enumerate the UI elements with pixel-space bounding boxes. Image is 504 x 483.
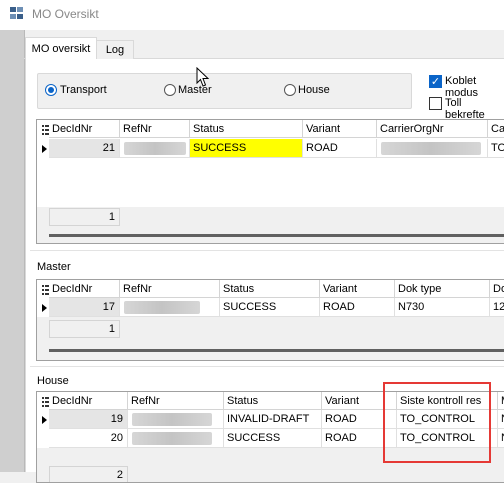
col-header-decidnr[interactable]: DecIdNr [49, 120, 120, 138]
table-cell-decidnr[interactable]: 19 [49, 410, 128, 429]
col-header-decidnr[interactable]: DecIdNr [49, 280, 120, 298]
row-count: 2 [49, 466, 128, 482]
table-cell-refnr[interactable] [120, 298, 220, 317]
radio-house-label[interactable]: House [298, 84, 330, 96]
row-count: 1 [49, 320, 120, 338]
table-cell-refnr[interactable] [128, 429, 224, 448]
app-icon [10, 7, 26, 21]
table-cell-dok-type[interactable]: N730 [395, 298, 490, 317]
grid-menu-icon[interactable] [39, 392, 49, 410]
col-header-ca[interactable]: Ca [488, 120, 504, 138]
separator [30, 250, 504, 251]
table-cell-status[interactable]: SUCCESS [220, 298, 320, 317]
table-cell-variant[interactable]: ROAD [320, 298, 395, 317]
transport-grid: DecIdNr RefNr Status Variant CarrierOrgN… [36, 119, 504, 244]
tab-mo-oversikt[interactable]: MO oversikt [25, 37, 97, 60]
toll-bekreftet-checkbox[interactable] [429, 97, 442, 110]
table-cell-decidnr[interactable]: 20 [49, 429, 128, 448]
row-indicator-icon [38, 298, 48, 317]
grid-menu-icon[interactable] [39, 120, 49, 138]
table-cell-refnr[interactable] [128, 410, 224, 429]
col-header-m[interactable]: M [498, 392, 504, 410]
table-cell-do[interactable]: 12 [490, 298, 504, 317]
koblet-modus-label[interactable]: Koblet modus [445, 75, 504, 99]
col-header-do[interactable]: Do [490, 280, 504, 298]
table-cell-decidnr[interactable]: 17 [49, 298, 120, 317]
window-title: MO Oversikt [32, 7, 99, 21]
col-header-decidnr[interactable]: DecIdNr [49, 392, 128, 410]
left-panel-edge [0, 30, 25, 472]
col-header-refnr[interactable]: RefNr [128, 392, 224, 410]
table-cell-status[interactable]: SUCCESS [224, 429, 322, 448]
col-header-refnr[interactable]: RefNr [120, 280, 220, 298]
row-indicator-icon [38, 410, 48, 429]
col-header-variant[interactable]: Variant [303, 120, 377, 138]
table-cell-refnr[interactable] [120, 139, 190, 158]
mouse-cursor-icon [196, 67, 210, 87]
col-header-refnr[interactable]: RefNr [120, 120, 190, 138]
table-cell-status[interactable]: INVALID-DRAFT [224, 410, 322, 429]
tab-log[interactable]: Log [96, 40, 134, 60]
col-header-carrierorgnr[interactable]: CarrierOrgNr [377, 120, 488, 138]
horizontal-scrollbar[interactable] [49, 349, 504, 352]
col-header-status[interactable]: Status [220, 280, 320, 298]
table-cell-status[interactable]: SUCCESS [190, 139, 303, 158]
separator [30, 366, 504, 367]
table-cell-carrierorgnr[interactable] [377, 139, 488, 158]
radio-transport-label[interactable]: Transport [60, 84, 107, 96]
radio-house[interactable] [284, 84, 296, 96]
master-section-label: Master [37, 261, 71, 273]
annotation-highlight-box [383, 382, 491, 463]
koblet-modus-checkbox[interactable]: ✓ [429, 75, 442, 88]
col-header-dok-type[interactable]: Dok type [395, 280, 490, 298]
toll-bekreftet-label[interactable]: Toll bekrefte [445, 97, 504, 121]
master-grid: DecIdNr RefNr Status Variant Dok type Do… [36, 279, 504, 361]
col-header-status[interactable]: Status [224, 392, 322, 410]
table-cell-variant[interactable]: ROAD [303, 139, 377, 158]
house-section-label: House [37, 375, 69, 387]
table-cell-m[interactable]: N [498, 410, 504, 429]
table-cell-decidnr[interactable]: 21 [49, 139, 120, 158]
row-count: 1 [49, 208, 120, 226]
radio-transport[interactable] [45, 84, 57, 96]
col-header-variant[interactable]: Variant [320, 280, 395, 298]
table-cell-ca[interactable]: TO [488, 139, 504, 158]
col-header-status[interactable]: Status [190, 120, 303, 138]
horizontal-scrollbar[interactable] [49, 234, 504, 237]
grid-menu-icon[interactable] [39, 280, 49, 298]
table-cell-m[interactable]: N [498, 429, 504, 448]
row-indicator-icon [38, 139, 48, 158]
radio-master[interactable] [164, 84, 176, 96]
